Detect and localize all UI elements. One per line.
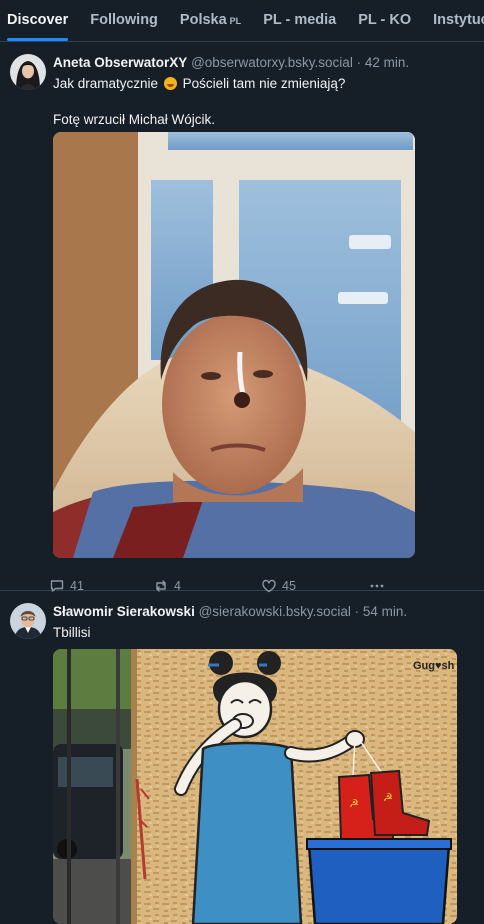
post-text-line: Jak dramatycznie <box>53 76 159 91</box>
tab-label: Following <box>90 12 158 28</box>
tab-instytucje[interactable]: Instytucje <box>422 0 484 41</box>
tab-label: Instytucje <box>433 12 484 28</box>
post-time[interactable]: 54 min. <box>363 604 407 619</box>
post-content: Sławomir Sierakowski @sierakowski.bsky.s… <box>53 603 474 924</box>
author-handle[interactable]: @sierakowski.bsky.social <box>199 604 351 619</box>
feed-post[interactable]: Aneta ObserwatorXY @obserwatorxy.bsky.so… <box>0 42 484 593</box>
hospital-photo-illustration <box>53 132 415 558</box>
tab-polska[interactable]: Polska PL <box>169 0 252 41</box>
author-name[interactable]: Aneta ObserwatorXY <box>53 55 187 70</box>
post-header: Sławomir Sierakowski @sierakowski.bsky.s… <box>53 603 474 621</box>
post-image[interactable]: ☭ ☭ Gug♥sh <box>53 649 457 924</box>
hammer-sickle-icon: ☭ <box>383 791 393 804</box>
post-content: Aneta ObserwatorXY @obserwatorxy.bsky.so… <box>50 54 474 593</box>
post-text-line: Pościeli tam nie zmieniają? <box>182 76 346 91</box>
feed-tabs: Discover Following Polska PL PL - media P… <box>0 0 484 42</box>
tab-following[interactable]: Following <box>79 0 169 41</box>
tab-label: Polska <box>179 12 227 28</box>
post-text-line: Tbillisi <box>53 625 91 640</box>
tab-flag-label: PL <box>229 16 242 26</box>
author-name[interactable]: Sławomir Sierakowski <box>53 604 195 619</box>
author-handle[interactable]: @obserwatorxy.bsky.social <box>191 55 353 70</box>
avatar-image <box>10 603 46 639</box>
tab-label: PL - KO <box>358 12 412 28</box>
mural-signature: Gug♥sh <box>413 660 455 672</box>
post-header: Aneta ObserwatorXY @obserwatorxy.bsky.so… <box>53 54 474 72</box>
tab-pl-ko[interactable]: PL - KO <box>347 0 422 41</box>
post-image[interactable] <box>53 132 415 558</box>
hammer-sickle-icon: ☭ <box>349 797 359 810</box>
separator: · <box>356 55 362 70</box>
avatar[interactable] <box>10 54 46 90</box>
avatar-image <box>10 54 46 90</box>
separator: · <box>354 604 360 619</box>
flushed-face-emoji-icon <box>163 77 177 90</box>
tab-discover[interactable]: Discover <box>0 0 79 41</box>
feed-post[interactable]: Sławomir Sierakowski @sierakowski.bsky.s… <box>0 591 484 924</box>
tab-pl-media[interactable]: PL - media <box>252 0 347 41</box>
post-time[interactable]: 42 min. <box>365 55 409 70</box>
post-text: Tbillisi <box>53 624 474 642</box>
mural-photo-illustration: ☭ ☭ Gug♥sh <box>53 649 457 924</box>
post-text-line: Fotę wrzucił Michał Wójcik. <box>53 112 216 127</box>
tab-label: PL - media <box>263 12 337 28</box>
tab-label: Discover <box>7 12 69 28</box>
post-text: Jak dramatycznie Pościeli tam nie zmieni… <box>53 75 474 129</box>
avatar[interactable] <box>10 603 46 639</box>
